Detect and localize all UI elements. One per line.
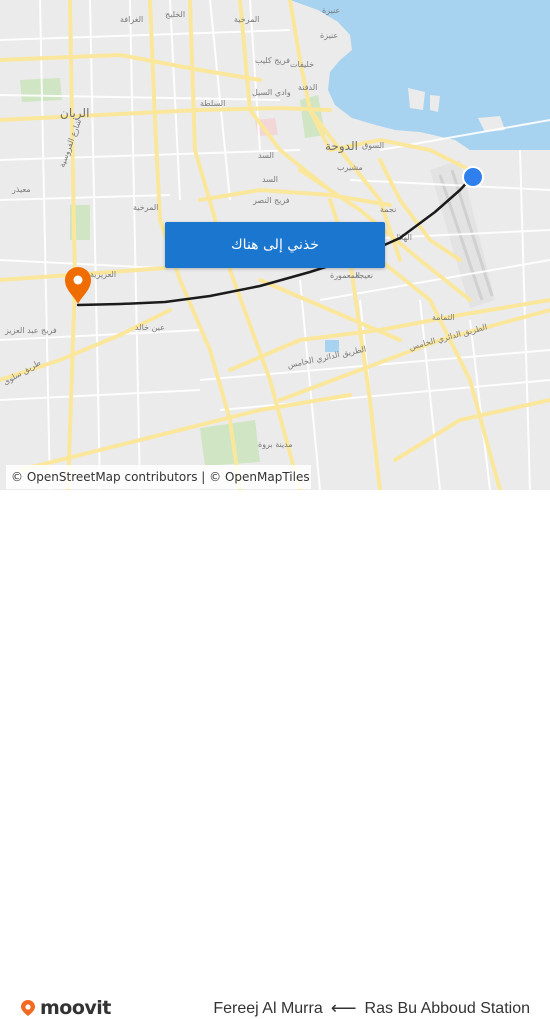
label-muraikh: المرخية	[133, 203, 158, 212]
label-sulata: السلطة	[200, 99, 225, 108]
label-sadd: السد	[258, 151, 274, 160]
label-barwa: مدينة بروة	[258, 440, 293, 449]
label-muraikh-north: المرخية	[234, 15, 259, 24]
label-nasr: فريج النصر	[252, 196, 290, 205]
label-onaiza: عنيزة	[322, 6, 340, 15]
label-aziziya: العزيزية	[90, 270, 116, 279]
label-dafna: الدفنة	[298, 83, 317, 92]
attribution-separator: |	[197, 470, 210, 484]
route-summary: Fereej Al Murra ⟵ Ras Bu Abboud Station	[213, 998, 530, 1019]
label-souq: السوق	[362, 141, 384, 150]
map-view[interactable]: الريان الدوحة السوق مشيرب نجمة الهلال ال…	[0, 0, 550, 490]
moovit-logo[interactable]: moovit	[19, 997, 111, 1019]
label-muaither: معيذر	[11, 185, 31, 194]
route-origin-label: Fereej Al Murra	[213, 999, 323, 1017]
label-wadi-sail: وادي السيل	[252, 88, 291, 97]
label-kulaib: فريج كليب	[255, 56, 290, 65]
label-msheireb: مشيرب	[337, 163, 363, 172]
arrow-left-icon: ⟵	[330, 998, 357, 1018]
label-saad: السد	[262, 175, 278, 184]
label-doha: الدوحة	[325, 139, 358, 154]
footer-bar: moovit Fereej Al Murra ⟵ Ras Bu Abboud S…	[0, 490, 550, 1019]
moovit-pin-icon	[21, 1000, 35, 1016]
label-gharafa: الغرافة	[120, 15, 143, 24]
label-abdel-aziz: فريج عبد العزيز	[4, 326, 57, 335]
label-nuaija: نعيجة	[355, 271, 373, 280]
label-onaiza-2: عنيزة	[320, 31, 338, 40]
label-thumama: الثمامة	[432, 313, 455, 322]
origin-location-icon[interactable]	[464, 168, 482, 186]
label-ain-khaled: عين خالد	[135, 323, 165, 332]
osm-attribution-link[interactable]: © OpenStreetMap contributors	[11, 470, 197, 484]
label-khulaifat: خليفات	[290, 60, 314, 69]
label-khaleej: الخليج	[165, 10, 185, 19]
map-attribution: © OpenStreetMap contributors | © OpenMap…	[6, 465, 311, 489]
route-destination-label: Ras Bu Abboud Station	[364, 999, 530, 1017]
take-me-there-button[interactable]: خذني إلى هناك	[165, 222, 385, 268]
moovit-wordmark: moovit	[40, 997, 111, 1019]
label-najma: نجمة	[380, 205, 396, 214]
omt-attribution-link[interactable]: © OpenMapTiles	[209, 470, 309, 484]
